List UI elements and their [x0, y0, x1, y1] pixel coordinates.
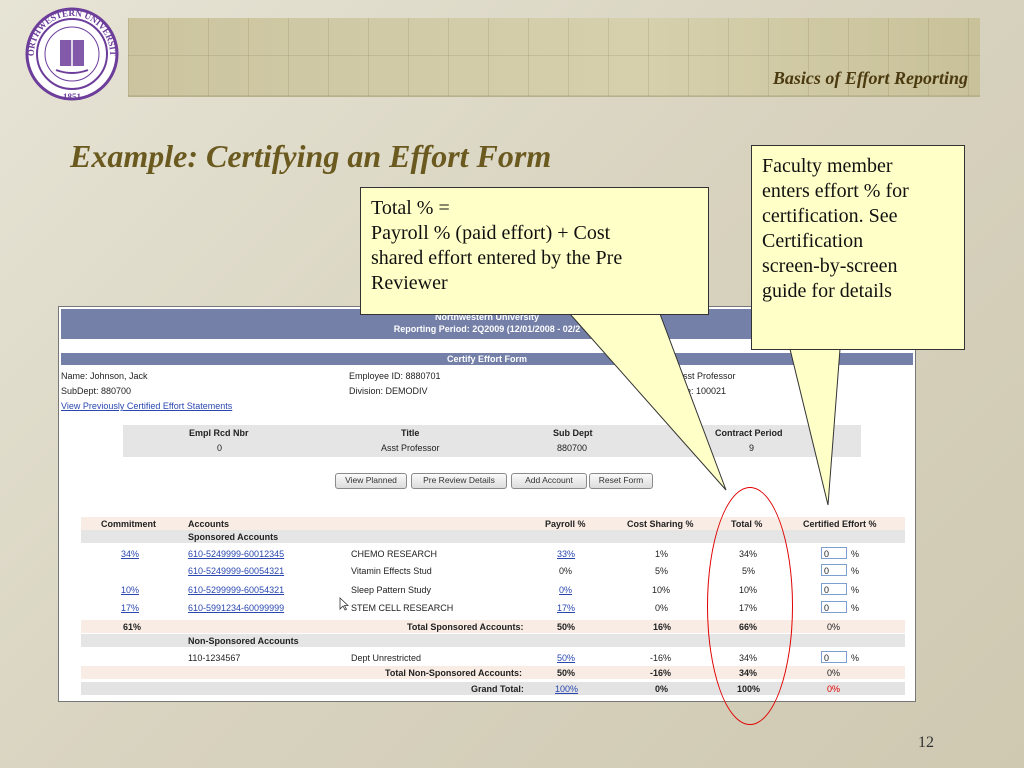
callout-line: Certification: [762, 230, 864, 252]
grand-total-payroll[interactable]: 100%: [555, 684, 578, 694]
row-account[interactable]: 610-5249999-60012345: [188, 549, 284, 559]
employee-name: Name: Johnson, Jack: [61, 371, 148, 381]
mouse-cursor-icon: [339, 597, 349, 611]
sponsored-total-commitment: 61%: [123, 622, 142, 632]
grand-total-cost: 0%: [655, 684, 669, 694]
summary-header-empl: Empl Rcd Nbr: [189, 428, 249, 438]
callout-line: Total % =: [371, 197, 450, 219]
pct-sign: %: [851, 585, 860, 595]
grand-total-label: Grand Total:: [471, 684, 524, 694]
nonsponsored-total-cost: -16%: [650, 668, 672, 678]
row-account-name: CHEMO RESEARCH: [351, 549, 438, 559]
summary-header-contract: Contract Period: [715, 428, 783, 438]
grand-total-certified: 0%: [827, 684, 841, 694]
seal-year: 1851: [63, 92, 82, 102]
nonsponsored-total-label: Total Non-Sponsored Accounts:: [385, 668, 522, 678]
certified-effort-input[interactable]: 0: [821, 651, 847, 663]
sponsored-total-payroll: 50%: [557, 622, 576, 632]
form-title-bar: Certify Effort Form: [61, 353, 913, 365]
pct-sign: %: [851, 566, 860, 576]
pct-sign: %: [851, 653, 860, 663]
callout-line: guide for details: [762, 280, 892, 302]
row-payroll[interactable]: 17%: [557, 603, 575, 613]
reset-form-button[interactable]: Reset Form: [589, 473, 653, 489]
employee-code: de: 100021: [681, 386, 727, 396]
row-payroll[interactable]: 33%: [557, 549, 575, 559]
row-account[interactable]: 610-5991234-60099999: [188, 603, 284, 613]
sponsored-total-label: Total Sponsored Accounts:: [407, 622, 524, 632]
row-cost: -16%: [650, 653, 672, 663]
row-payroll[interactable]: 0%: [559, 585, 572, 595]
callout-line: screen-by-screen: [762, 255, 898, 277]
header-banner: Basics of Effort Reporting: [128, 18, 980, 97]
nonsponsored-total-payroll: 50%: [557, 668, 576, 678]
col-payroll: Payroll %: [545, 519, 586, 529]
row-cost: 5%: [655, 566, 669, 576]
certified-effort-input[interactable]: 0: [821, 564, 847, 576]
row-cost: 1%: [655, 549, 669, 559]
summary-subdept: 880700: [557, 443, 588, 453]
row-payroll[interactable]: 50%: [557, 653, 575, 663]
row-account-name: Dept Unrestricted: [351, 653, 422, 663]
certified-effort-input[interactable]: 0: [821, 601, 847, 613]
summary-header-title: Title: [401, 428, 420, 438]
employee-title: Asst Professor: [677, 371, 736, 381]
callout-line: shared effort entered by the Pre: [371, 247, 623, 269]
pre-review-details-button[interactable]: Pre Review Details: [411, 473, 507, 489]
callout-line: certification. See: [762, 205, 898, 227]
sponsored-total-certified: 0%: [827, 622, 841, 632]
summary-contract: 9: [749, 443, 755, 453]
add-account-button[interactable]: Add Account: [511, 473, 587, 489]
row-account[interactable]: 610-5299999-60054321: [188, 585, 284, 595]
summary-header-subdept: Sub Dept: [553, 428, 593, 438]
row-commitment[interactable]: 34%: [121, 549, 139, 559]
callout-line: Faculty member: [762, 155, 893, 177]
row-cost: 0%: [655, 603, 669, 613]
history-link[interactable]: View Previously Certified Effort Stateme…: [61, 401, 232, 411]
row-account: 110-1234567: [188, 653, 241, 663]
total-percent-callout: Total % = Payroll % (paid effort) + Cost…: [360, 187, 709, 315]
summary-empl: 0: [217, 443, 223, 453]
row-commitment[interactable]: 17%: [121, 603, 139, 613]
sponsored-total-cost: 16%: [653, 622, 672, 632]
slide-title: Example: Certifying an Effort Form: [70, 138, 552, 174]
nonsponsored-section-label: Non-Sponsored Accounts: [188, 636, 299, 646]
certified-effort-input[interactable]: 0: [821, 547, 847, 559]
nonsponsored-total-certified: 0%: [827, 668, 841, 678]
university-seal-icon: 1851 NORTHWESTERN UNIVERSITY: [16, 4, 119, 102]
callout-line: Reviewer: [371, 272, 448, 294]
col-commitment: Commitment: [101, 519, 157, 529]
sponsored-section-label: Sponsored Accounts: [188, 532, 279, 542]
callout-line: enters effort % for: [762, 180, 909, 202]
summary-title: Asst Professor: [381, 443, 440, 453]
page-number: 12: [918, 734, 934, 751]
row-account[interactable]: 610-5249999-60054321: [188, 566, 284, 576]
row-account-name: Vitamin Effects Stud: [351, 566, 432, 576]
row-account-name: Sleep Pattern Study: [351, 585, 432, 595]
employee-subdept: SubDept: 880700: [61, 386, 132, 396]
col-accounts: Accounts: [188, 519, 230, 529]
employee-division: Division: DEMODIV: [349, 386, 428, 396]
col-certified: Certified Effort %: [803, 519, 877, 529]
col-cost-sharing: Cost Sharing %: [627, 519, 694, 529]
employee-id: Employee ID: 8880701: [349, 371, 441, 381]
pct-sign: %: [851, 603, 860, 613]
row-account-name: STEM CELL RESEARCH: [351, 603, 454, 613]
row-commitment[interactable]: 10%: [121, 585, 139, 595]
certified-effort-input[interactable]: 0: [821, 583, 847, 595]
view-planned-button[interactable]: View Planned: [335, 473, 407, 489]
callout-line: Payroll % (paid effort) + Cost: [371, 222, 611, 244]
pct-sign: %: [851, 549, 860, 559]
header-title: Basics of Effort Reporting: [772, 68, 968, 88]
faculty-callout: Faculty member enters effort % for certi…: [751, 145, 965, 350]
row-cost: 10%: [652, 585, 671, 595]
total-column-highlight: [707, 487, 793, 725]
row-payroll: 0%: [559, 566, 573, 576]
